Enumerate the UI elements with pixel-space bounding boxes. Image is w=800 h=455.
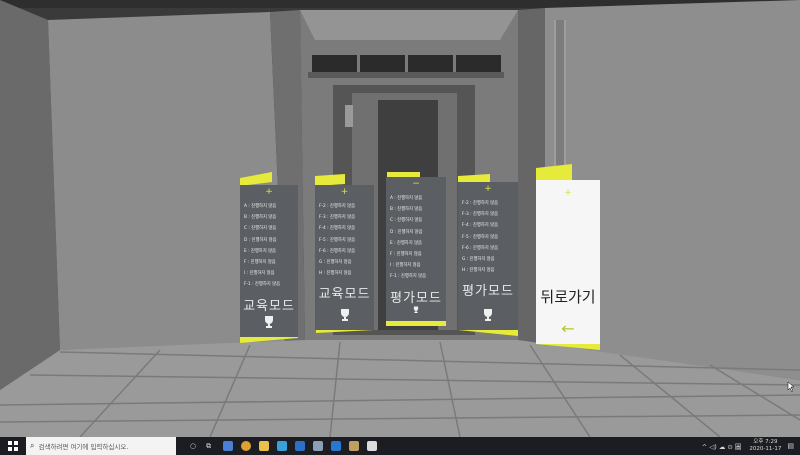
list-item: F-4 : 진행하지 않음 (319, 226, 356, 232)
search-box[interactable]: ⌕ 검색하려면 여기에 입력하십시오. (26, 437, 176, 455)
clock-time: 오후 7:29 (753, 439, 778, 445)
app-icon[interactable] (349, 441, 360, 451)
clock-date: 2020-11-17 (749, 446, 782, 452)
app-icon[interactable] (295, 441, 306, 451)
mode-label: 교육모드 (318, 287, 371, 303)
list-item: F-1 : 진행하지 않음 (244, 282, 281, 288)
app-icon[interactable] (331, 441, 342, 451)
status-list: A : 진행하지 않음 B : 진행하지 않음 C : 진행하지 않음 D : … (386, 193, 446, 283)
app-icon[interactable] (313, 441, 324, 451)
expand-icon[interactable]: + (564, 188, 572, 198)
task-view-icon[interactable]: ⧉ (206, 442, 211, 451)
notification-icon[interactable]: ▤ (787, 442, 794, 450)
list-item: A : 진행하지 않음 (244, 204, 277, 209)
list-item: E : 진행하지 않음 (244, 248, 276, 254)
list-item: D : 진행하지 않음 (244, 237, 277, 243)
list-item: H : 진행하지 않음 (319, 271, 352, 277)
trophy-icon (340, 309, 349, 321)
list-item: C : 진행하지 않음 (244, 226, 277, 232)
list-item: F-3 : 진행하지 않음 (462, 212, 499, 218)
list-item: I : 진행하지 않음 (244, 271, 275, 277)
list-item: F-4 : 진행하지 않음 (462, 223, 499, 229)
evaluation-panel-2[interactable]: + F-2 : 진행하지 않음 F-3 : 진행하지 않음 F-4 : 진행하지… (458, 182, 518, 330)
windows-start-icon[interactable] (8, 441, 18, 451)
expand-icon[interactable]: + (341, 187, 349, 197)
mode-label: 평가모드 (462, 284, 514, 300)
list-item: F : 진행하지 않음 (244, 259, 276, 265)
expand-icon[interactable]: + (484, 184, 492, 194)
list-item: I : 진행하지 않음 (390, 263, 421, 269)
status-list: F-2 : 진행하지 않음 F-3 : 진행하지 않음 F-4 : 진행하지 않… (458, 198, 518, 276)
list-item: G : 진행하지 않음 (462, 256, 495, 262)
list-item: F-2 : 진행하지 않음 (319, 204, 356, 209)
list-item: H : 진행하지 않음 (462, 268, 495, 274)
search-icon: ⌕ (30, 441, 35, 450)
list-item: F-5 : 진행하지 않음 (319, 237, 356, 243)
arrow-left-icon[interactable]: ← (561, 319, 574, 338)
search-placeholder: 검색하려면 여기에 입력하십시오. (38, 443, 129, 451)
status-list: A : 진행하지 않음 B : 진행하지 않음 C : 진행하지 않음 D : … (240, 201, 298, 291)
list-item: B : 진행하지 않음 (244, 215, 277, 221)
trophy-icon (265, 316, 273, 328)
vr-scene: + A : 진행하지 않음 B : 진행하지 않음 C : 진행하지 않음 D … (0, 0, 800, 437)
app-icon[interactable] (223, 441, 234, 451)
mode-label: 평가모드 (390, 290, 442, 306)
list-item: F-6 : 진행하지 않음 (319, 248, 356, 254)
back-label: 뒤로가기 (540, 288, 596, 306)
status-list: F-2 : 진행하지 않음 F-3 : 진행하지 않음 F-4 : 진행하지 않… (315, 201, 374, 279)
app-icon[interactable] (277, 441, 288, 451)
evaluation-panel-1[interactable]: − A : 진행하지 않음 B : 진행하지 않음 C : 진행하지 않음 D … (386, 177, 446, 321)
training-panel-1[interactable]: + A : 진행하지 않음 B : 진행하지 않음 C : 진행하지 않음 D … (240, 185, 298, 337)
list-item: G : 진행하지 않음 (319, 259, 352, 265)
folder-icon[interactable] (259, 441, 270, 451)
training-panel-2[interactable]: + F-2 : 진행하지 않음 F-3 : 진행하지 않음 F-4 : 진행하지… (315, 185, 374, 330)
clock[interactable]: 오후 7:29 2020-11-17 (749, 439, 781, 453)
cortana-icon[interactable]: ○ (190, 442, 196, 450)
list-item: E : 진행하지 않음 (390, 240, 422, 246)
system-tray-icons[interactable]: ^ ◁) ☁ ⊙ 圖 (702, 441, 742, 451)
mode-label: 교육모드 (243, 298, 295, 314)
trophy-icon (413, 306, 419, 313)
list-item: D : 진행하지 않음 (390, 229, 423, 235)
expand-icon[interactable]: + (265, 187, 273, 197)
list-item: F-1 : 진행하지 않음 (390, 274, 427, 280)
list-item: F-2 : 진행하지 않음 (462, 201, 499, 206)
list-item: B : 진행하지 않음 (390, 207, 423, 213)
list-item: A : 진행하지 않음 (390, 196, 423, 201)
chrome-icon[interactable] (241, 441, 252, 451)
back-panel[interactable]: + 뒤로가기 ← (536, 180, 600, 344)
windows-taskbar: ⌕ 검색하려면 여기에 입력하십시오. ○ ⧉ ^ ◁) ☁ ⊙ 圖 오후 7:… (0, 437, 800, 455)
list-item: F-6 : 진행하지 않음 (462, 245, 499, 251)
list-item: C : 진행하지 않음 (390, 218, 423, 224)
unity-icon[interactable] (367, 441, 378, 451)
trophy-icon (484, 309, 492, 321)
collapse-icon[interactable]: − (412, 179, 420, 189)
list-item: F-3 : 진행하지 않음 (319, 215, 356, 221)
list-item: F : 진행하지 않음 (390, 251, 422, 257)
list-item: F-5 : 진행하지 않음 (462, 234, 499, 240)
